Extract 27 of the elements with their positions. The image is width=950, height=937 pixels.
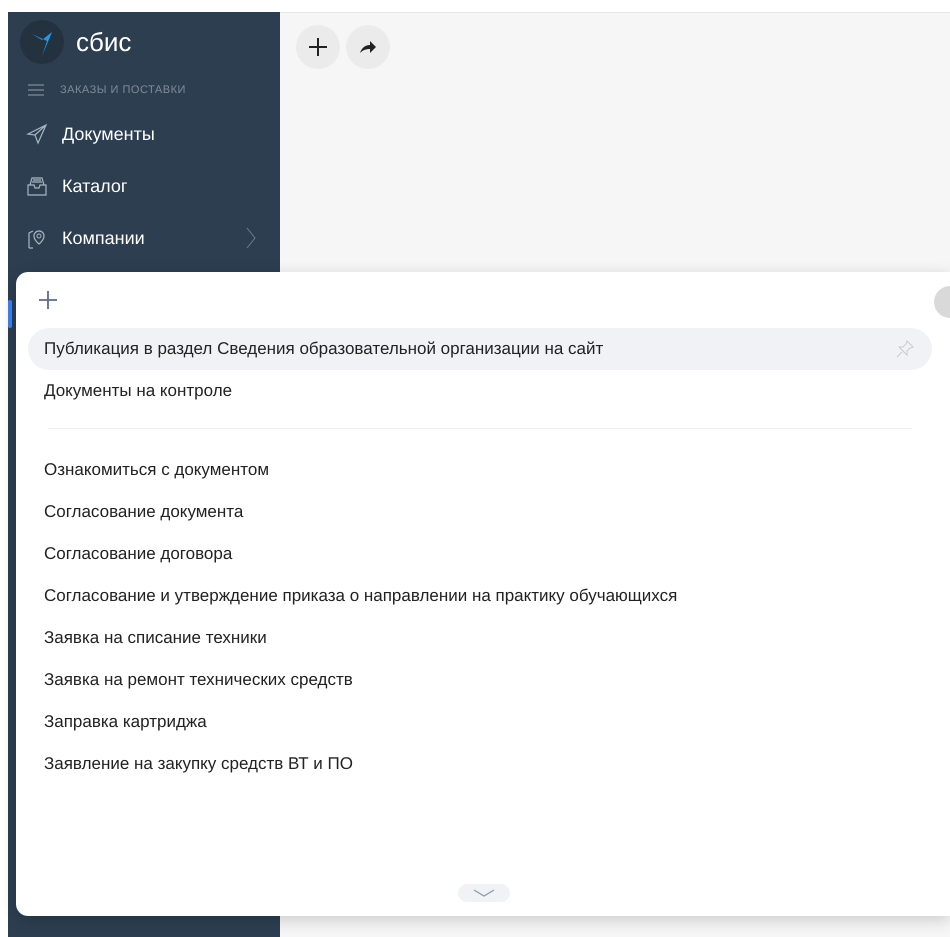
plus-icon <box>308 37 328 57</box>
plus-icon <box>38 290 58 310</box>
menu-item[interactable]: Ознакомиться с документом <box>28 449 932 491</box>
logo-icon <box>20 20 64 64</box>
menu-item[interactable]: Согласование договора <box>28 533 932 575</box>
menu-item[interactable]: Публикация в раздел Сведения образовательной организации на сайт <box>28 328 932 370</box>
add-button[interactable] <box>296 25 340 69</box>
menu-item[interactable]: Заявление на закупку средств ВТ и ПО <box>28 743 932 785</box>
forward-arrow-icon <box>359 40 377 54</box>
menu-item[interactable]: Документы на контроле <box>28 370 932 412</box>
chevron-right-icon <box>246 227 256 249</box>
menu-icon[interactable] <box>28 84 44 96</box>
menu-item[interactable]: Заправка картриджа <box>28 701 932 743</box>
menu-item[interactable]: Заявка на ремонт технических средств <box>28 659 932 701</box>
section-title: ЗАКАЗЫ И ПОСТАВКИ <box>60 82 186 98</box>
menu-item[interactable]: Согласование и утверждение приказа о направлении на практику обучающихся <box>28 575 932 617</box>
menu-item[interactable]: Заявка на списание техники <box>28 617 932 659</box>
sidebar-item[interactable]: Каталог <box>20 160 280 212</box>
sidebar-item[interactable]: Документы <box>20 108 280 160</box>
sidebar-item[interactable]: Компании <box>20 212 280 264</box>
menu-item[interactable]: Согласование документа <box>28 491 932 533</box>
paper-plane-icon <box>26 123 48 145</box>
inbox-tray-icon <box>26 175 48 197</box>
chevron-down-icon <box>472 889 496 897</box>
logo-text: сбис <box>76 26 132 58</box>
expand-button[interactable] <box>458 884 510 902</box>
share-button[interactable] <box>346 25 390 69</box>
